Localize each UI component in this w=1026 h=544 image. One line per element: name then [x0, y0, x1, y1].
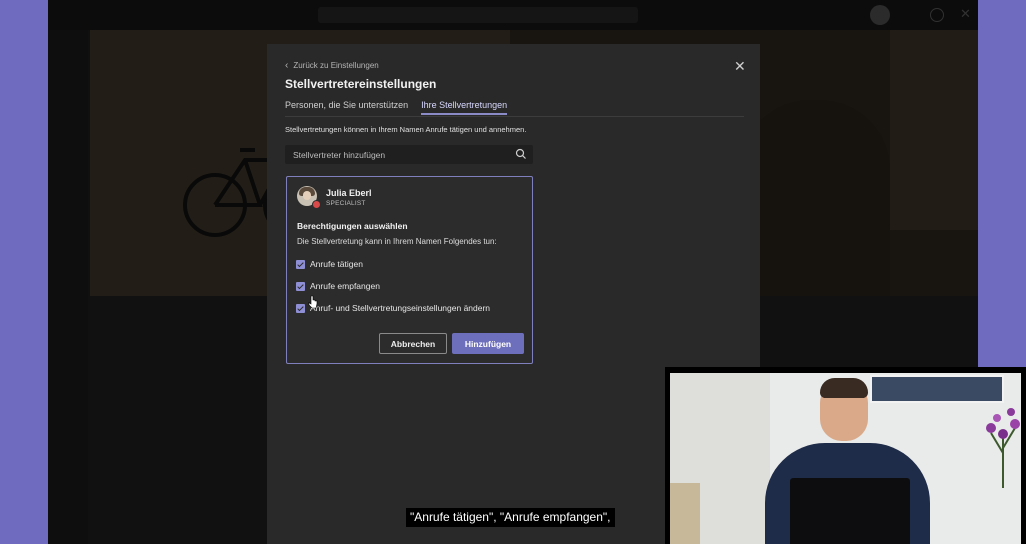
video-subtitle: "Anrufe tätigen", "Anrufe empfangen",: [406, 508, 615, 527]
permission-make-calls: Anrufe tätigen: [296, 259, 363, 269]
presence-busy-icon: [312, 200, 321, 209]
cancel-button[interactable]: Abbrechen: [379, 333, 447, 354]
close-icon[interactable]: ✕: [734, 58, 746, 75]
permission-change-settings: Anruf- und Stellvertretungseinstellungen…: [296, 303, 490, 313]
permissions-heading: Berechtigungen auswählen: [297, 221, 408, 231]
frame-left: [0, 0, 48, 544]
checkbox-change-settings[interactable]: [296, 303, 305, 313]
tab-people-you-support[interactable]: Personen, die Sie unterstützen: [285, 100, 408, 115]
search-icon[interactable]: [515, 148, 527, 160]
permission-label: Anrufe empfangen: [310, 281, 380, 291]
back-to-settings-link[interactable]: ‹ Zurück zu Einstellungen: [285, 60, 379, 71]
mouse-cursor-icon: [308, 295, 318, 309]
dialog-tabs: Personen, die Sie unterstützen Ihre Stel…: [285, 100, 520, 115]
delegate-card: Julia Eberl SPECIALIST Berechtigungen au…: [286, 176, 533, 364]
permission-label: Anrufe tätigen: [310, 259, 363, 269]
plant-image: [986, 408, 1020, 488]
checkbox-make-calls[interactable]: [296, 259, 305, 269]
permission-label: Anruf- und Stellvertretungseinstellungen…: [310, 303, 491, 313]
add-delegate-search: [285, 145, 533, 164]
checkbox-receive-calls[interactable]: [296, 281, 305, 291]
delegate-name: Julia Eberl: [326, 188, 372, 198]
presenter-webcam: [665, 367, 1026, 544]
add-button[interactable]: Hinzufügen: [452, 333, 524, 354]
dialog-description: Stellvertretungen können in Ihrem Namen …: [285, 125, 527, 134]
laptop: [790, 478, 910, 544]
tab-divider: [285, 116, 744, 117]
dialog-title: Stellvertretereinstellungen: [285, 77, 437, 91]
chevron-left-icon: ‹: [285, 60, 289, 71]
permission-receive-calls: Anrufe empfangen: [296, 281, 380, 291]
back-link-label: Zurück zu Einstellungen: [293, 61, 379, 70]
add-delegate-input[interactable]: [285, 145, 513, 164]
delegate-role: SPECIALIST: [326, 200, 366, 207]
permissions-description: Die Stellvertretung kann in Ihrem Namen …: [297, 237, 497, 246]
webcam-feed: [670, 373, 1021, 544]
tab-your-delegates[interactable]: Ihre Stellvertretungen: [421, 100, 508, 115]
wall-picture: [870, 375, 1004, 403]
